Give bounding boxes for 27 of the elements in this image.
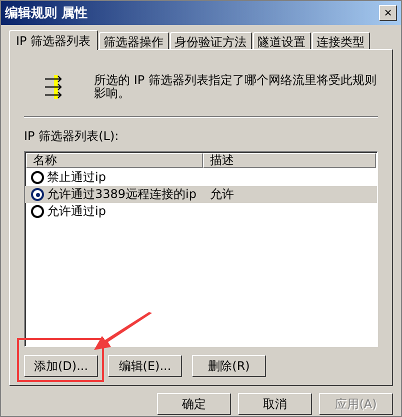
filter-name: 允许通过ip	[47, 203, 107, 220]
radio-button[interactable]	[31, 205, 44, 218]
list-button[interactable]: 删除(R)	[192, 355, 266, 377]
dialog-button[interactable]: 确定	[157, 393, 231, 415]
filter-description: 允许	[210, 186, 234, 203]
tab[interactable]: 身份验证方法	[170, 32, 252, 49]
window-title: 编辑规则 属性	[5, 4, 88, 22]
radio-button[interactable]	[31, 171, 44, 184]
tab[interactable]: 筛选器操作	[98, 32, 169, 49]
list-button[interactable]: 编辑(E)...	[108, 355, 182, 377]
tab[interactable]: 隧道设置	[252, 32, 311, 49]
close-button[interactable]: ×	[379, 5, 397, 21]
tab[interactable]: IP 筛选器列表	[9, 30, 98, 50]
list-label: IP 筛选器列表(L):	[24, 128, 120, 145]
list-row[interactable]: 允许通过ip	[25, 203, 377, 220]
column-header[interactable]: 描述	[203, 153, 376, 168]
list-row[interactable]: 禁止通过ip	[25, 169, 377, 186]
dialog-button[interactable]: 取消	[238, 393, 312, 415]
filter-list-icon	[44, 74, 64, 100]
filter-name: 禁止通过ip	[47, 169, 107, 186]
list-button[interactable]: 添加(D)...	[24, 355, 98, 377]
description-text: 所选的 IP 筛选器列表指定了哪个网络流里将受此规则影响。	[94, 74, 378, 100]
filter-name: 允许通过3389远程连接的ip	[47, 186, 198, 203]
radio-button[interactable]	[31, 188, 44, 201]
tab[interactable]: 连接类型	[312, 32, 370, 49]
list-row[interactable]: 允许通过3389远程连接的ip 允许	[25, 186, 377, 203]
column-header[interactable]: 名称	[26, 153, 203, 168]
